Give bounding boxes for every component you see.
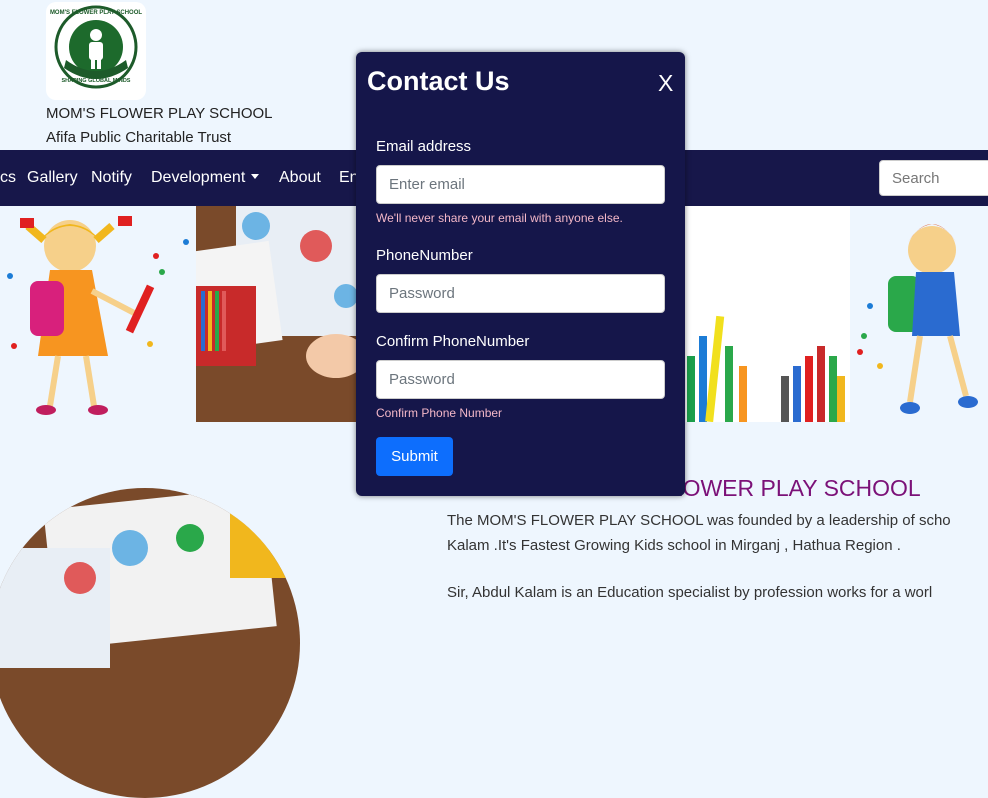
nav-item-development-label: Development bbox=[151, 169, 246, 186]
logo-motto: SHAPING GLOBAL MINDS bbox=[62, 78, 131, 84]
colored-pencils-photo bbox=[685, 206, 850, 422]
nav-item-notify[interactable]: Notify bbox=[91, 169, 132, 187]
modal-title: Contact Us bbox=[367, 66, 510, 96]
paragraph-1-line-1: The MOM'S FLOWER PLAY SCHOOL was founded… bbox=[447, 512, 951, 529]
nav-item-development[interactable]: Development bbox=[151, 169, 260, 187]
paragraph-1-line-2: Kalam .It's Fastest Growing Kids school … bbox=[447, 537, 901, 554]
nav-item-about[interactable]: About bbox=[279, 169, 321, 187]
confirm-phone-label: Confirm PhoneNumber bbox=[376, 333, 530, 350]
confirm-phone-help-text: Confirm Phone Number bbox=[376, 406, 503, 420]
kids-drawing-photo bbox=[196, 206, 376, 422]
paragraph-2-line-1: Sir, Abdul Kalam is an Education special… bbox=[447, 584, 933, 601]
school-name: MOM'S FLOWER PLAY SCHOOL bbox=[46, 105, 273, 122]
caret-down-icon bbox=[251, 174, 260, 179]
close-icon[interactable]: X bbox=[658, 70, 673, 97]
school-logo: SHAPING GLOBAL MINDS MOM'S FLOWER PLAY S… bbox=[46, 2, 146, 100]
nav-item-cs[interactable]: cs bbox=[0, 169, 16, 187]
phone-label: PhoneNumber bbox=[376, 247, 473, 264]
email-help-text: We'll never share your email with anyone… bbox=[376, 211, 623, 225]
email-label: Email address bbox=[376, 138, 472, 155]
circular-drawing-photo bbox=[0, 488, 300, 798]
phone-field[interactable] bbox=[376, 274, 665, 313]
contact-modal: Contact Us X Email address We'll never s… bbox=[356, 52, 685, 496]
confirm-phone-field[interactable] bbox=[376, 360, 665, 399]
logo-ring-text: MOM'S FLOWER PLAY SCHOOL bbox=[50, 10, 142, 16]
boy-cartoon-image bbox=[857, 224, 978, 414]
girl-cartoon-image bbox=[7, 216, 189, 415]
email-field[interactable] bbox=[376, 165, 665, 204]
search-input[interactable] bbox=[879, 160, 988, 196]
nav-item-gallery[interactable]: Gallery bbox=[27, 169, 78, 187]
trust-name: Afifa Public Charitable Trust bbox=[46, 129, 232, 146]
submit-button[interactable]: Submit bbox=[376, 437, 453, 476]
